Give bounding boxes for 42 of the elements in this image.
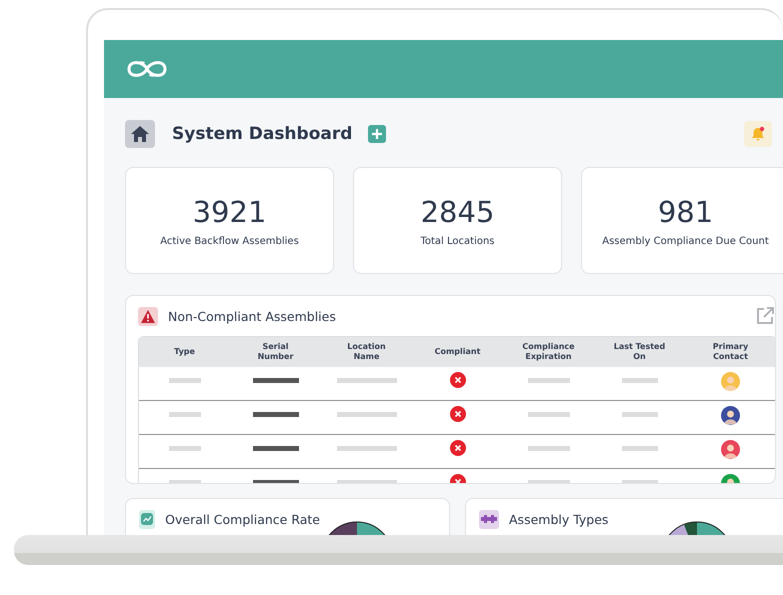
notifications-button[interactable] bbox=[744, 121, 772, 147]
column-header: Compliance Expiration bbox=[521, 341, 576, 363]
text-placeholder bbox=[168, 412, 200, 417]
column-header: Type bbox=[173, 346, 196, 358]
plus-icon bbox=[371, 128, 384, 140]
card-title: Non-Compliant Assemblies bbox=[168, 308, 336, 324]
text-placeholder bbox=[622, 446, 658, 451]
text-placeholder bbox=[336, 446, 396, 451]
text-placeholder bbox=[528, 378, 570, 383]
home-button[interactable] bbox=[125, 120, 155, 148]
column-header: Primary Contact bbox=[712, 341, 750, 363]
column-header: Last Tested On bbox=[612, 341, 666, 363]
card-title: Overall Compliance Rate bbox=[165, 512, 320, 526]
pipe-fitting-icon bbox=[479, 510, 499, 528]
text-placeholder bbox=[168, 446, 200, 451]
external-link-icon[interactable] bbox=[755, 306, 775, 326]
home-icon bbox=[131, 126, 149, 142]
stat-value: 3921 bbox=[192, 194, 266, 230]
text-placeholder bbox=[622, 378, 658, 383]
text-placeholder bbox=[252, 446, 298, 451]
stat-label: Total Locations bbox=[420, 236, 495, 247]
card-title: Assembly Types bbox=[509, 512, 608, 526]
stat-label: Assembly Compliance Due Count bbox=[602, 236, 769, 247]
column-header: Serial Number bbox=[256, 341, 294, 363]
text-placeholder bbox=[528, 412, 570, 417]
bell-icon bbox=[750, 126, 766, 142]
stat-value: 981 bbox=[658, 194, 714, 230]
add-button[interactable] bbox=[368, 125, 386, 143]
column-header: Compliant bbox=[434, 346, 482, 358]
text-placeholder bbox=[252, 412, 298, 417]
text-placeholder bbox=[252, 378, 298, 383]
column-header: Location Name bbox=[346, 341, 387, 363]
warning-icon bbox=[138, 306, 158, 326]
text-placeholder bbox=[528, 446, 570, 451]
page-title: System Dashboard bbox=[172, 124, 352, 144]
text-placeholder bbox=[336, 378, 396, 383]
trend-chart-icon bbox=[139, 510, 156, 528]
stat-value: 2845 bbox=[420, 194, 494, 230]
text-placeholder bbox=[168, 378, 200, 383]
text-placeholder bbox=[336, 412, 396, 417]
text-placeholder bbox=[622, 412, 658, 417]
stat-label: Active Backflow Assemblies bbox=[160, 236, 299, 247]
